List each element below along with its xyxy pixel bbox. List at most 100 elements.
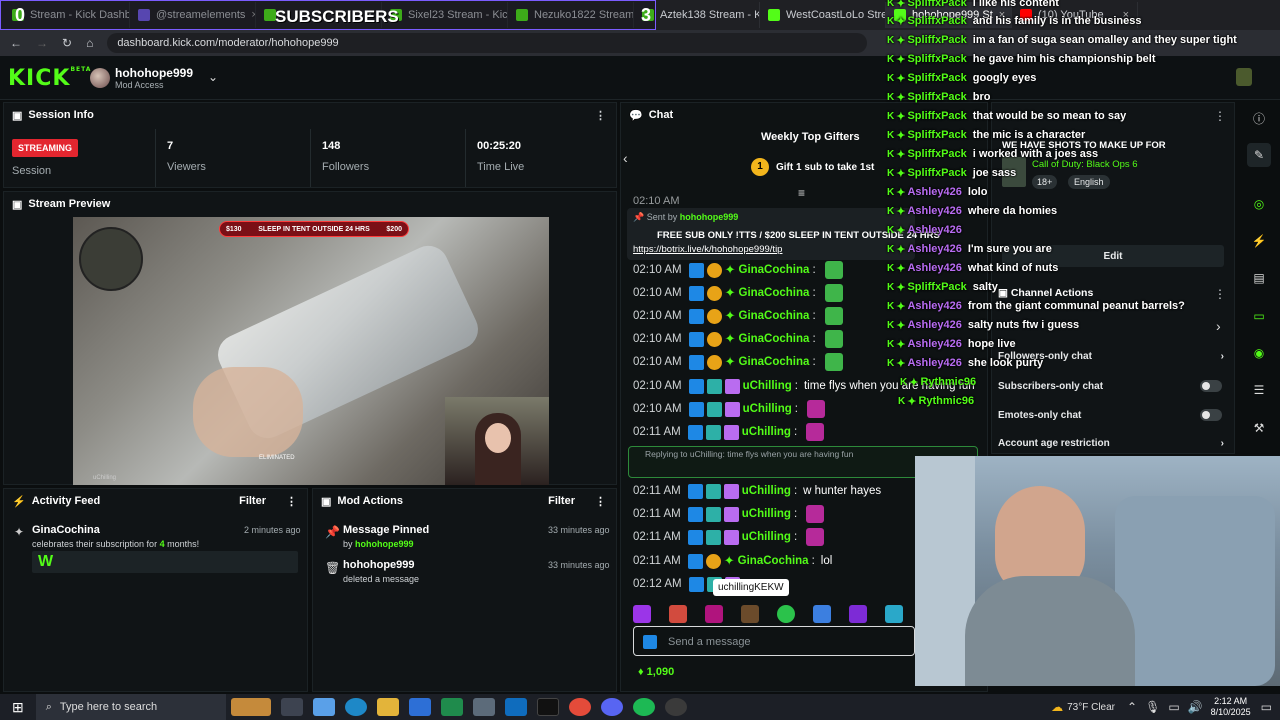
emote-icon[interactable] (741, 605, 759, 623)
emote-icon[interactable] (633, 605, 651, 623)
more-icon[interactable]: ⋮ (1214, 287, 1226, 301)
broadcast-icon[interactable]: ◉ (1247, 341, 1271, 365)
chat-username[interactable]: GinaCochina (739, 356, 810, 368)
gift-cta[interactable]: Gift 1 sub to take 1st (776, 162, 874, 173)
list-icon[interactable]: ☰ (1247, 378, 1271, 402)
gifters-prev-icon[interactable]: ‹ (623, 150, 628, 166)
chat-message[interactable]: 02:10 AM ✦ GinaCochina: (633, 352, 843, 372)
notifications-icon[interactable]: ▭ (1261, 700, 1272, 714)
chat-username[interactable]: uChilling (743, 380, 792, 392)
lion-app-icon[interactable] (230, 698, 271, 716)
emotes-only-row[interactable]: Emotes-only chat (998, 409, 1230, 421)
stream-video[interactable]: $130 SLEEP IN TENT OUTSIDE 24 HRS $200 E… (73, 217, 549, 485)
chat-username[interactable]: uChilling (742, 426, 791, 438)
copilot-icon[interactable] (312, 698, 335, 716)
target-icon[interactable]: ◎ (1247, 192, 1271, 216)
spotify-icon[interactable] (632, 698, 655, 716)
chat-username[interactable]: uChilling (742, 531, 791, 543)
forward-icon[interactable]: → (36, 36, 48, 50)
tiktok-icon[interactable] (536, 698, 559, 716)
more-icon[interactable]: ⋮ (595, 495, 606, 508)
activity-filter-button[interactable]: Filter (239, 495, 266, 507)
weather-text[interactable]: 73°F Clear (1067, 702, 1115, 713)
chat-message[interactable]: 02:10 AM ✦ GinaCochina: (633, 283, 843, 303)
tray-up-icon[interactable]: ⌃ (1127, 700, 1137, 714)
chat-bubble-icon[interactable]: ▭ (1247, 304, 1271, 328)
outlook-icon[interactable] (504, 698, 527, 716)
chat-message[interactable]: 02:10 AM uChilling: (633, 399, 825, 419)
lightning-icon[interactable]: ⚡ (1247, 229, 1271, 253)
scroll-handle-icon[interactable]: ≡ (798, 186, 805, 200)
home-icon[interactable]: ⌂ (86, 36, 93, 50)
store-icon[interactable] (408, 698, 431, 716)
chat-message[interactable]: 02:10 AM ✦ GinaCochina: (633, 260, 843, 280)
pinned-message[interactable]: 📌 Sent by hohohope999 FREE SUB ONLY !TTS… (627, 208, 940, 260)
pencil-icon[interactable]: ✎ (1247, 143, 1271, 167)
channel-points[interactable]: ♦ 1,090 (638, 666, 674, 678)
pinned-link[interactable]: https://botrix.live/k/hohohope999/tip (633, 244, 782, 255)
network-icon[interactable]: ▭ (1168, 700, 1179, 714)
emote-icon[interactable] (849, 605, 867, 623)
emote-icon[interactable] (669, 605, 687, 623)
avatar[interactable] (90, 68, 110, 88)
chat-username[interactable]: GinaCochina (738, 555, 809, 567)
taskbar-search[interactable]: ⌕ Type here to search (35, 694, 226, 720)
subscribers-only-toggle[interactable] (1200, 380, 1222, 392)
back-icon[interactable]: ← (10, 36, 22, 50)
subscribers-only-row[interactable]: Subscribers-only chat (998, 380, 1230, 392)
emotes-only-toggle[interactable] (1200, 409, 1222, 421)
url-field[interactable]: dashboard.kick.com/moderator/hohohope999 (107, 33, 868, 53)
mic-icon[interactable]: 🎙 (1145, 700, 1160, 714)
emote-picker-icon[interactable] (643, 635, 657, 649)
obs-icon[interactable] (664, 698, 687, 716)
browser-tab[interactable]: WestCoastLoLo Stre× (760, 2, 886, 28)
chat-message[interactable]: 02:10 AM ✦ GinaCochina: (633, 329, 843, 349)
mod-filter-button[interactable]: Filter (548, 495, 575, 507)
app-icon[interactable] (472, 698, 495, 716)
task-view-icon[interactable] (280, 698, 303, 716)
wrench-icon[interactable]: ⚒ (1247, 416, 1271, 440)
chrome-icon[interactable] (568, 698, 591, 716)
account-age-row[interactable]: Account age restriction › (998, 438, 1230, 449)
chevron-down-icon[interactable]: ⌄ (208, 70, 218, 84)
kick-logo[interactable]: KICKBETA (8, 66, 91, 91)
windows-start-icon[interactable]: ⊞ (12, 699, 24, 716)
chat-username[interactable]: uChilling (743, 403, 792, 415)
chat-message[interactable]: 02:11 AM ✦ GinaCochina: lol (633, 551, 832, 571)
emote-icon[interactable] (705, 605, 723, 623)
file-explorer-icon[interactable] (376, 698, 399, 716)
chat-message[interactable]: 02:11 AM uChilling: (633, 527, 825, 547)
emote-icon[interactable] (777, 605, 795, 623)
chat-username[interactable]: GinaCochina (739, 333, 810, 345)
info-icon[interactable]: ⓘ (1247, 106, 1271, 130)
chat-username[interactable]: uChilling (742, 485, 791, 497)
tab-label: WestCoastLoLo Stre (786, 9, 886, 21)
clock[interactable]: 2:12 AM 8/10/2025 (1211, 696, 1251, 718)
profile-badge-icon[interactable] (1236, 68, 1252, 86)
chat-message[interactable]: 02:11 AM uChilling: (633, 504, 825, 524)
chat-message[interactable]: 02:11 AM uChilling: w hunter hayes (633, 481, 881, 501)
chat-message[interactable]: 02:10 AM ✦ GinaCochina: (633, 306, 843, 326)
more-icon[interactable]: ⋮ (286, 495, 297, 508)
chat-username[interactable]: GinaCochina (739, 264, 810, 276)
more-icon[interactable]: ⋮ (595, 109, 606, 122)
reload-icon[interactable]: ↻ (62, 36, 72, 50)
activity-user[interactable]: GinaCochina (32, 524, 100, 536)
emote-icon[interactable] (885, 605, 903, 623)
weather-icon[interactable]: ☁ (1051, 700, 1063, 714)
edge-icon[interactable] (344, 698, 367, 716)
excel-icon[interactable] (440, 698, 463, 716)
discord-icon[interactable] (600, 698, 623, 716)
chat-input[interactable]: Send a message (633, 626, 915, 656)
volume-icon[interactable]: 🔊 (1188, 700, 1203, 714)
more-icon[interactable]: ⋮ (1214, 109, 1226, 123)
chat-username[interactable]: GinaCochina (739, 287, 810, 299)
chat-username[interactable]: GinaCochina (739, 310, 810, 322)
chat-message[interactable]: 02:11 AM uChilling: (633, 422, 825, 442)
chat-username[interactable]: uChilling (742, 508, 791, 520)
pinned-user[interactable]: hohohope999 (680, 212, 739, 222)
emote-icon[interactable] (813, 605, 831, 623)
chevron-right-icon[interactable]: › (1216, 318, 1221, 334)
clipboard-icon[interactable]: ▤ (1247, 266, 1271, 290)
pinned-sentby-label: Sent by (646, 212, 678, 222)
